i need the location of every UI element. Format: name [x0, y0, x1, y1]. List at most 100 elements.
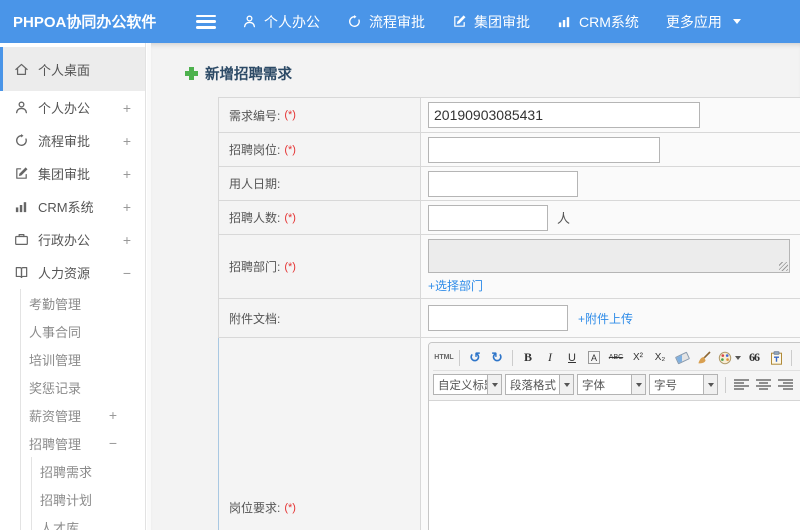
expand-toggle[interactable]: + [123, 166, 131, 182]
sidebar-item-label: 流程审批 [38, 134, 91, 149]
sidebar-subitem-salary[interactable]: 薪资管理 + [21, 401, 145, 429]
recruit-submenu: 招聘需求 招聘计划 人才库 [31, 457, 145, 530]
sidebar-item-label: 人力资源 [38, 266, 91, 281]
form-row-job-requirements: 岗位要求: (*) HTML ↺ ↻ B I U A ABC X² X₂ 66 … [218, 338, 800, 530]
edit-icon [14, 166, 29, 181]
sidebar-subitem-recruit-plan[interactable]: 招聘计划 [32, 485, 145, 513]
topnav-label: 个人办公 [264, 13, 320, 30]
sidebar-subitem-hr-contract[interactable]: 人事合同 [21, 317, 145, 345]
field-label: 附件文档: [219, 299, 421, 337]
bold-button[interactable]: B [518, 348, 538, 368]
hamburger-menu-icon[interactable] [196, 14, 216, 29]
custom-heading-select[interactable]: 自定义标题 [433, 374, 502, 395]
sidebar-item-label: 集团审批 [38, 167, 91, 182]
topnav-personal-office[interactable]: 个人办公 [242, 12, 320, 32]
topnav-group-approval[interactable]: 集团审批 [452, 12, 530, 32]
hire-date-input[interactable] [428, 170, 578, 197]
underline-button[interactable]: U [562, 348, 582, 368]
expand-toggle[interactable]: + [109, 407, 117, 423]
editor-content-area[interactable] [429, 400, 800, 530]
sidebar-item-human-resources[interactable]: 人力资源 − [0, 256, 145, 289]
field-label: 需求编号: (*) [219, 98, 421, 132]
field-label: 招聘人数: (*) [219, 201, 421, 234]
add-plus-icon [185, 66, 198, 80]
bar-chart-icon [557, 14, 572, 29]
align-right-button[interactable] [775, 375, 795, 395]
caret-down-icon [734, 355, 741, 360]
demand-number-input[interactable] [428, 102, 700, 128]
sidebar-item-group-approval[interactable]: 集团审批 + [0, 157, 145, 190]
sidebar-subitem-talent-pool[interactable]: 人才库 [32, 513, 145, 530]
edit-icon [452, 14, 467, 29]
collapse-toggle[interactable]: − [123, 265, 131, 281]
required-mark: (*) [284, 260, 296, 273]
attachment-input[interactable] [428, 305, 568, 331]
topnav-crm-system[interactable]: CRM系统 [557, 12, 639, 32]
expand-toggle[interactable]: + [123, 100, 131, 116]
topnav-label: CRM系统 [579, 13, 639, 30]
sidebar-subitem-attendance[interactable]: 考勤管理 [21, 289, 145, 317]
color-palette-button[interactable] [716, 348, 742, 368]
paste-format-button[interactable] [766, 348, 786, 368]
caret-down-icon [707, 382, 714, 387]
align-left-button[interactable] [731, 375, 751, 395]
headcount-input[interactable] [428, 204, 548, 231]
select-department-link[interactable]: +选择部门 [428, 277, 483, 294]
headcount-unit: 人 [557, 211, 571, 226]
topnav-label: 集团审批 [474, 13, 530, 30]
sidebar-subitem-training[interactable]: 培训管理 [21, 345, 145, 373]
source-code-button[interactable]: HTML [434, 348, 454, 368]
form-row-attachment: 附件文档: +附件上传 [218, 299, 800, 338]
recruit-demand-form: 需求编号:(*) 招聘岗位:(*) 用人日期: [218, 97, 800, 530]
paragraph-format-select[interactable]: 段落格式 [505, 374, 574, 395]
align-right-icon [777, 379, 793, 390]
expand-toggle[interactable]: + [123, 232, 131, 248]
strikethrough-button[interactable]: ABC [606, 348, 626, 368]
form-row-demand-number: 需求编号: (*) [218, 98, 800, 133]
sidebar-item-personal-office[interactable]: 个人办公 + [0, 91, 145, 124]
field-label: 招聘岗位: (*) [219, 133, 421, 166]
font-name-button[interactable]: A [587, 351, 600, 364]
briefcase-icon [14, 232, 29, 247]
subscript-button[interactable]: X₂ [650, 348, 670, 368]
sidebar-subitem-recruit-mgmt[interactable]: 招聘管理 − [21, 429, 145, 457]
italic-button[interactable]: I [540, 348, 560, 368]
font-size-select[interactable]: 字号 [649, 374, 718, 395]
form-row-department: 招聘部门: (*) +选择部门 [218, 235, 800, 299]
topnav-process-approval[interactable]: 流程审批 [347, 12, 425, 32]
clipboard-icon [770, 350, 782, 365]
redo-icon[interactable]: ↻ [487, 348, 507, 368]
sidebar-subitem-rewards[interactable]: 奖惩记录 [21, 373, 145, 401]
position-input[interactable] [428, 136, 660, 163]
sidebar-item-crm-system[interactable]: CRM系统 + [0, 190, 145, 223]
remove-format-button[interactable] [672, 348, 692, 368]
caret-down-icon [635, 382, 642, 387]
eraser-icon [674, 351, 690, 364]
expand-toggle[interactable]: + [123, 199, 131, 215]
format-painter-button[interactable] [694, 348, 714, 368]
department-textarea[interactable] [428, 239, 790, 273]
sidebar-item-label: 行政办公 [38, 233, 91, 248]
sidebar-subitem-recruit-demand[interactable]: 招聘需求 [32, 457, 145, 485]
collapse-toggle[interactable]: − [109, 435, 117, 451]
align-center-icon [755, 379, 771, 390]
sidebar-item-label: 个人桌面 [38, 62, 91, 78]
sidebar-item-personal-desktop[interactable]: 个人桌面 [0, 47, 145, 91]
font-family-select[interactable]: 字体 [577, 374, 646, 395]
caret-down-icon [732, 19, 741, 24]
superscript-button[interactable]: X² [628, 348, 648, 368]
sidebar-item-admin-office[interactable]: 行政办公 + [0, 223, 145, 256]
expand-toggle[interactable]: + [123, 133, 131, 149]
blockquote-button[interactable]: 66 [744, 348, 764, 368]
topnav-more-apps[interactable]: 更多应用 [666, 12, 741, 32]
user-icon [242, 14, 257, 29]
sidebar-item-process-approval[interactable]: 流程审批 + [0, 124, 145, 157]
field-label: 用人日期: [219, 167, 421, 200]
top-navigation: 个人办公 流程审批 集团审批 CRM系统 更多应用 [242, 12, 768, 32]
undo-icon[interactable]: ↺ [465, 348, 485, 368]
form-row-hire-date: 用人日期: [218, 167, 800, 201]
form-row-position: 招聘岗位: (*) [218, 133, 800, 167]
attachment-upload-link[interactable]: +附件上传 [578, 310, 633, 327]
field-label: 岗位要求: (*) [219, 338, 421, 530]
align-center-button[interactable] [753, 375, 773, 395]
